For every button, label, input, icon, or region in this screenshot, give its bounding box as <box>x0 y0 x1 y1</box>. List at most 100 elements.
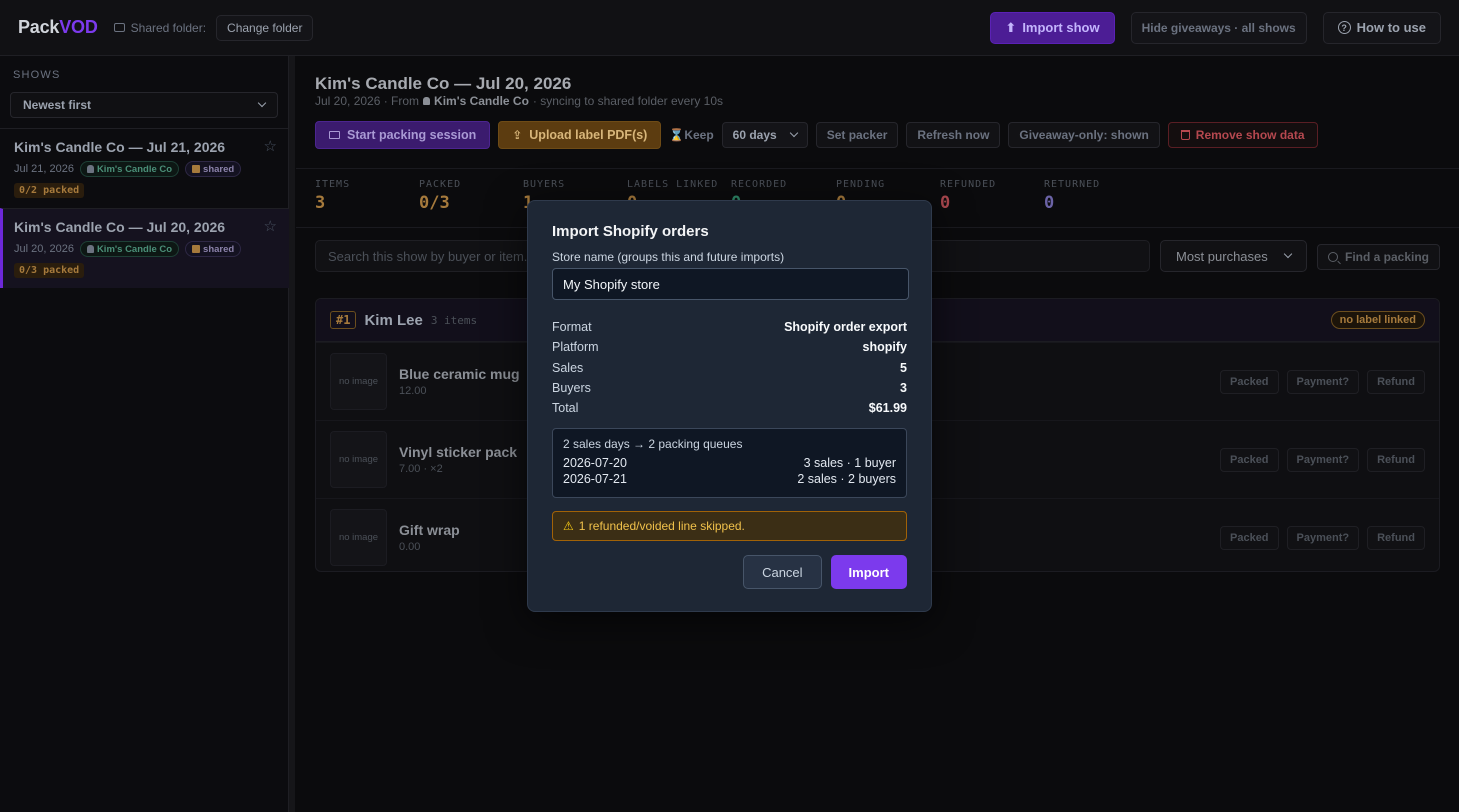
shows-section-label: SHOWS <box>13 69 61 81</box>
buyer-sort-value: Most purchases <box>1176 248 1268 264</box>
keep-duration-select[interactable]: 60 days <box>721 122 808 148</box>
stat-label: PACKED <box>419 179 462 190</box>
upload-icon: ⇪ <box>512 128 523 142</box>
keep-label: ⌛Keep <box>669 128 713 142</box>
payment-button[interactable]: Payment? <box>1286 369 1360 394</box>
stat-value: 0 <box>1044 193 1055 213</box>
label-status-badge: no label linked <box>1330 311 1425 329</box>
item-price: 0.00 <box>399 541 421 553</box>
packed-button[interactable]: Packed <box>1220 525 1279 550</box>
summary-row: Format Shopify order export <box>552 317 907 337</box>
item-thumbnail: no image <box>330 431 387 488</box>
upload-label-pdf-button[interactable]: ⇪ Upload label PDF(s) <box>498 121 662 149</box>
summary-row: Buyers 3 <box>552 378 907 398</box>
show-meta: Jul 20, 2026 Kim's Candle Co shared <box>14 241 275 257</box>
item-thumbnail: no image <box>330 509 387 566</box>
how-to-use-label: How to use <box>1356 20 1426 35</box>
show-sort-value: Newest first <box>23 98 92 112</box>
hide-giveaways-button[interactable]: Hide giveaways · all shows <box>1130 11 1307 44</box>
shared-chip: shared <box>185 241 242 257</box>
refund-button[interactable]: Refund <box>1367 525 1425 550</box>
show-date: Jul 20, 2026 <box>14 243 74 255</box>
stat-label: LABELS LINKED <box>627 179 719 190</box>
packed-button[interactable]: Packed <box>1220 369 1279 394</box>
sales-days-title: 2 sales days → 2 packing queues <box>563 437 743 452</box>
shared-folder-label: Shared folder: <box>130 20 207 35</box>
keep-duration-value: 60 days <box>732 128 777 142</box>
payment-button[interactable]: Payment? <box>1286 525 1360 550</box>
person-icon <box>86 165 94 173</box>
summary-row: Sales 5 <box>552 358 907 378</box>
refresh-now-button[interactable]: Refresh now <box>906 122 1001 148</box>
refund-button[interactable]: Refund <box>1367 447 1425 472</box>
stat-value: 0/3 <box>419 193 450 213</box>
giveaway-only-toggle[interactable]: Giveaway-only: shown <box>1008 122 1160 148</box>
store-name-input[interactable] <box>552 268 909 300</box>
item-thumbnail: no image <box>330 353 387 410</box>
top-bar-actions: ⬆ Import show Hide giveaways · all shows… <box>990 11 1441 44</box>
import-button[interactable]: Import <box>830 555 907 589</box>
seller-chip: Kim's Candle Co <box>79 241 180 257</box>
packed-button[interactable]: Packed <box>1220 447 1279 472</box>
summary-value: $61.99 <box>868 401 907 416</box>
summary-value: shopify <box>862 340 907 355</box>
payment-button[interactable]: Payment? <box>1286 447 1360 472</box>
packed-progress-badge: 0/2 packed <box>14 183 85 198</box>
show-title: Kim's Candle Co — Jul 20, 2026 <box>14 219 226 235</box>
how-to-use-button[interactable]: ? How to use <box>1322 11 1441 44</box>
import-shopify-modal: Import Shopify orders Store name (groups… <box>527 200 932 612</box>
stat-items: ITEMS 3 <box>315 179 350 213</box>
stat-label: REFUNDED <box>940 179 997 190</box>
help-icon: ? <box>1337 21 1351 34</box>
seller-chip-label: Kim's Candle Co <box>96 163 173 175</box>
remove-show-data-button[interactable]: Remove show data <box>1167 122 1318 148</box>
subtitle-seller: Kim's Candle Co <box>434 94 529 108</box>
show-title: Kim's Candle Co — Jul 21, 2026 <box>14 139 226 155</box>
sales-day-date: 2026-07-21 <box>563 472 627 487</box>
sidebar: SHOWS Newest first Kim's Candle Co — Jul… <box>0 56 289 812</box>
item-name: Blue ceramic mug <box>399 366 520 382</box>
video-camera-icon <box>329 131 340 139</box>
show-list-item-active[interactable]: Kim's Candle Co — Jul 20, 2026 ☆ Jul 20,… <box>0 208 289 288</box>
buyer-sort-select[interactable]: Most purchases <box>1160 240 1307 272</box>
sales-day-info: 3 sales · 1 buyer <box>803 456 896 471</box>
show-sort-select[interactable]: Newest first <box>10 92 278 118</box>
cancel-button[interactable]: Cancel <box>743 555 822 589</box>
stat-packed: PACKED 0/3 <box>419 179 461 213</box>
import-show-button[interactable]: ⬆ Import show <box>990 11 1115 44</box>
shared-chip-label: shared <box>203 243 235 255</box>
start-packing-session-button[interactable]: Start packing session <box>315 121 491 149</box>
seller-chip: Kim's Candle Co <box>79 161 180 177</box>
modal-actions: Cancel Import <box>743 555 907 589</box>
hourglass-icon: ⌛ <box>669 128 685 142</box>
show-date: Jul 21, 2026 <box>14 163 74 175</box>
store-name-label: Store name (groups this and future impor… <box>552 250 785 264</box>
warning-icon: ⚠ <box>563 519 574 534</box>
sales-days-box: 2 sales days → 2 packing queues 2026-07-… <box>552 428 907 499</box>
find-packing-button[interactable]: Find a packing <box>1317 244 1440 270</box>
sales-day-info: 2 sales · 2 buyers <box>797 472 896 487</box>
import-show-label: Import show <box>1022 20 1100 35</box>
logo-text-vod: VOD <box>59 17 98 37</box>
change-folder-button[interactable]: Change folder <box>216 14 314 41</box>
buyer-rank-badge: #1 <box>330 311 357 329</box>
app-logo: PackVOD <box>18 17 98 38</box>
summary-key: Total <box>552 401 579 416</box>
show-list-item[interactable]: Kim's Candle Co — Jul 21, 2026 ☆ Jul 21,… <box>0 128 289 208</box>
stat-value: 0 <box>940 193 951 213</box>
top-bar: PackVOD Shared folder: Change folder ⬆ I… <box>0 0 1459 56</box>
stat-refunded: REFUNDED 0 <box>940 179 996 213</box>
upload-arrow-icon: ⬆ <box>1005 19 1017 35</box>
star-icon[interactable]: ☆ <box>264 217 277 235</box>
summary-value: 5 <box>900 360 907 375</box>
item-info: Vinyl sticker pack 7.00 · ×2 <box>399 444 517 475</box>
refund-button[interactable]: Refund <box>1367 369 1425 394</box>
box-icon <box>192 165 201 173</box>
seller-chip-label: Kim's Candle Co <box>96 243 173 255</box>
warning-text: 1 refunded/voided line skipped. <box>578 519 745 534</box>
sidebar-resize-handle[interactable] <box>289 56 295 812</box>
star-icon[interactable]: ☆ <box>264 137 277 155</box>
page-title: Kim's Candle Co — Jul 20, 2026 <box>315 74 572 93</box>
search-icon <box>1328 252 1338 262</box>
set-packer-button[interactable]: Set packer <box>815 122 899 148</box>
